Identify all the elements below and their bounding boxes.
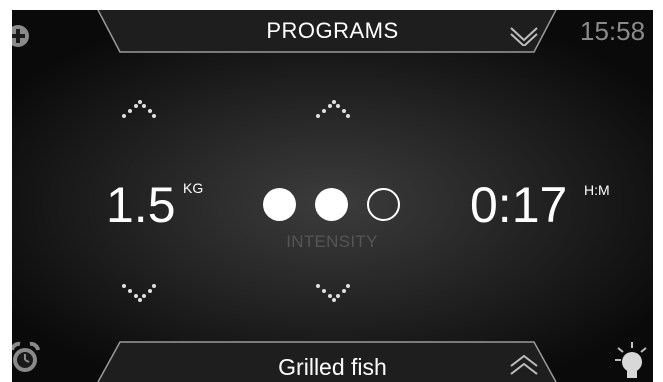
chevron-down-icon[interactable] xyxy=(509,24,539,51)
intensity-decrease-arrow[interactable] xyxy=(314,282,350,309)
intensity-dot[interactable] xyxy=(263,188,296,221)
intensity-dot[interactable] xyxy=(315,188,348,221)
duration-value[interactable]: 0:17 xyxy=(470,180,567,230)
duration-unit: H:M xyxy=(584,182,610,198)
weight-value: 1.5 xyxy=(106,177,176,233)
weight-increase-arrow[interactable] xyxy=(120,98,156,125)
weight-decrease-arrow[interactable] xyxy=(120,282,156,309)
intensity-dot[interactable] xyxy=(367,188,400,221)
intensity-label: INTENSITY xyxy=(286,232,378,251)
program-name[interactable]: Grilled fish xyxy=(12,354,653,381)
clock: 15:58 xyxy=(580,16,646,46)
header-title[interactable]: PROGRAMS xyxy=(12,18,653,44)
weight-unit: KG xyxy=(183,180,204,196)
light-bulb-icon[interactable] xyxy=(614,340,650,382)
intensity-increase-arrow[interactable] xyxy=(314,98,350,125)
oven-control-screen: PROGRAMS 15:58 1.5 KG INTENSITY 0:17 H:M xyxy=(12,10,653,382)
chevron-up-icon[interactable] xyxy=(509,354,539,382)
